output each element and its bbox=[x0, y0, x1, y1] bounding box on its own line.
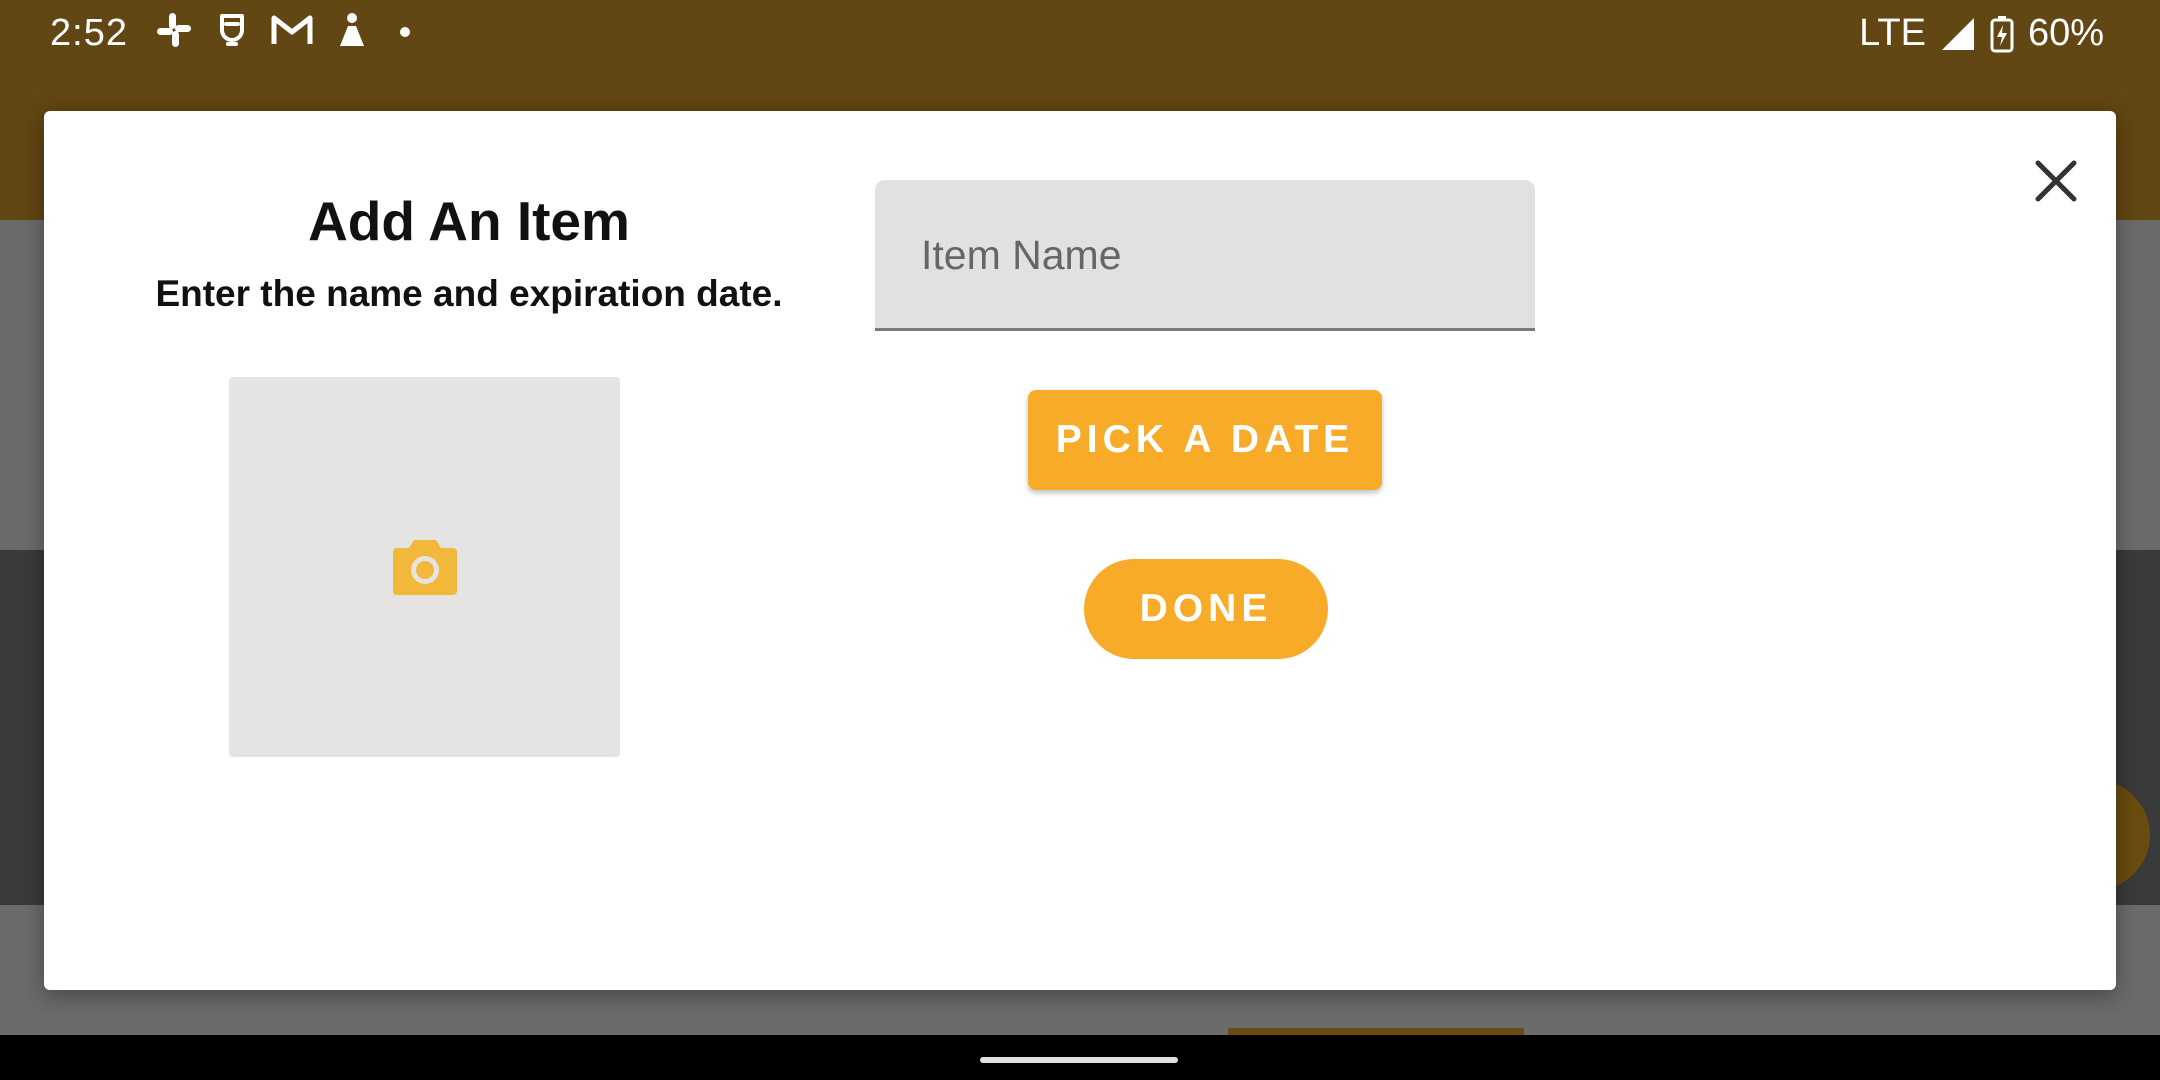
status-time: 2:52 bbox=[50, 12, 128, 54]
add-photo-button[interactable] bbox=[229, 377, 620, 757]
home-gesture-handle[interactable] bbox=[980, 1057, 1178, 1063]
item-name-input[interactable] bbox=[919, 226, 1503, 284]
camera-icon bbox=[392, 540, 457, 595]
gmail-icon bbox=[271, 15, 313, 44]
system-icons: LTE 60% bbox=[1859, 12, 2104, 55]
done-button[interactable]: DONE bbox=[1084, 559, 1328, 659]
gesture-icon bbox=[220, 14, 244, 46]
dialog-title: Add An Item bbox=[308, 190, 630, 252]
status-bar: 2:52 LTE 60% bbox=[0, 0, 2160, 68]
add-item-dialog: Add An Item Enter the name and expiratio… bbox=[44, 111, 2116, 990]
notification-icons bbox=[154, 10, 420, 50]
slack-icon bbox=[157, 13, 191, 47]
network-type: LTE bbox=[1859, 12, 1926, 54]
game-icon bbox=[340, 13, 364, 46]
item-name-field[interactable] bbox=[875, 180, 1535, 331]
more-dot-icon bbox=[400, 27, 410, 37]
close-button[interactable] bbox=[2019, 144, 2093, 218]
battery-charging-icon bbox=[1990, 15, 2014, 52]
battery-percent: 60% bbox=[2027, 12, 2104, 54]
app-tab-indicator-background bbox=[1228, 1028, 1524, 1035]
pick-date-button[interactable]: PICK A DATE bbox=[1028, 390, 1382, 490]
signal-icon bbox=[1941, 17, 1974, 50]
navigation-bar bbox=[0, 1035, 2160, 1080]
close-icon bbox=[2035, 160, 2077, 202]
dialog-subtitle: Enter the name and expiration date. bbox=[155, 273, 783, 314]
